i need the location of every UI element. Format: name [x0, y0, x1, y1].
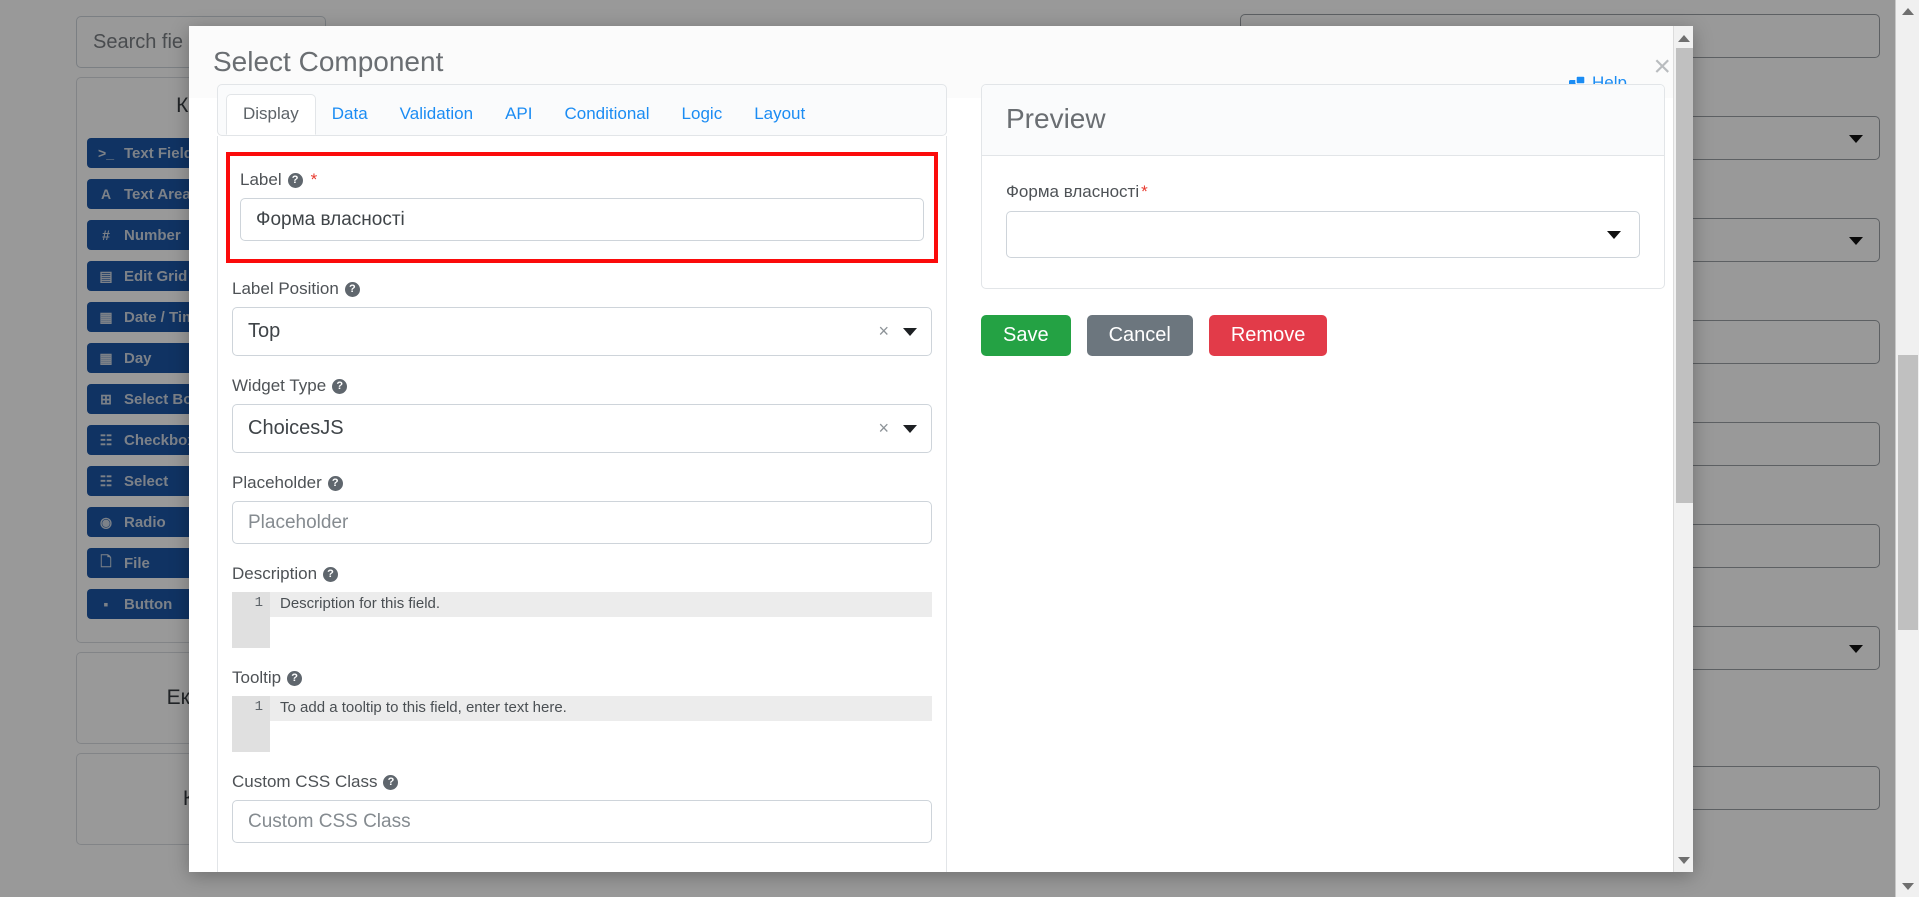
widget-type-label-text: Widget Type — [232, 376, 327, 395]
help-tooltip-icon[interactable]: ? — [287, 172, 303, 188]
modal-scrollbar[interactable] — [1673, 26, 1693, 872]
editor-placeholder-text: To add a tooltip to this field, enter te… — [270, 696, 932, 721]
editor-placeholder-text: Description for this field. — [270, 592, 932, 617]
save-button[interactable]: Save — [981, 315, 1071, 356]
chevron-down-icon[interactable] — [903, 424, 917, 433]
custom-css-class-input[interactable]: Custom CSS Class — [232, 800, 932, 843]
widget-type-value: ChoicesJS — [248, 417, 344, 439]
placeholder-label: Placeholder ? — [232, 473, 932, 493]
help-tooltip-icon[interactable]: ? — [287, 670, 303, 686]
modal-title: Select Component — [213, 46, 444, 77]
custom-css-class-label-text: Custom CSS Class — [232, 772, 378, 791]
scroll-down-icon[interactable] — [1674, 850, 1693, 870]
tab-logic[interactable]: Logic — [666, 95, 739, 134]
custom-css-class-label: Custom CSS Class ? — [232, 772, 932, 792]
settings-body: Label ? * Форма власності Label Position… — [217, 136, 947, 872]
editor-blank-area — [270, 721, 932, 752]
preview-field-label-text: Форма власності — [1006, 182, 1140, 201]
preview-column: Preview Форма власності * Save Cancel Rem… — [981, 84, 1665, 872]
preview-select[interactable] — [1006, 211, 1640, 258]
tab-conditional[interactable]: Conditional — [548, 95, 665, 134]
label-position-select[interactable]: Top × — [232, 307, 932, 356]
tab-data[interactable]: Data — [316, 95, 384, 134]
description-group: Description ? 1 Description for this fie… — [218, 564, 946, 648]
page-scroll-up-icon[interactable] — [1896, 0, 1919, 22]
select-component-modal: Select Component × Help Display Data Valid… — [189, 26, 1693, 872]
clear-icon[interactable]: × — [878, 418, 889, 439]
modal-scrollbar-thumb[interactable] — [1676, 48, 1693, 503]
label-field-label-text: Label — [240, 170, 282, 189]
preview-field-label: Форма власності * — [1006, 182, 1640, 202]
preview-card: Preview Форма власності * — [981, 84, 1665, 289]
page-scrollbar-thumb[interactable] — [1898, 355, 1918, 630]
editor-blank-area — [270, 617, 932, 648]
help-tooltip-icon[interactable]: ? — [383, 774, 399, 790]
tab-display[interactable]: Display — [226, 94, 316, 135]
chevron-down-icon[interactable] — [903, 327, 917, 336]
help-tooltip-icon[interactable]: ? — [327, 475, 343, 491]
description-label-text: Description — [232, 564, 318, 583]
editor-gutter: 1 — [232, 696, 270, 752]
select-actions: × — [878, 308, 917, 355]
placeholder-label-text: Placeholder — [232, 473, 322, 492]
scroll-up-icon[interactable] — [1674, 28, 1693, 48]
cancel-button[interactable]: Cancel — [1086, 315, 1193, 356]
page-scroll-down-icon[interactable] — [1896, 875, 1919, 897]
tab-validation[interactable]: Validation — [384, 95, 489, 134]
tooltip-label-text: Tooltip — [232, 668, 282, 687]
editor-code-area[interactable]: To add a tooltip to this field, enter te… — [270, 696, 932, 752]
select-actions: × — [878, 405, 917, 452]
tab-shell: Display Data Validation API Conditional Logic… — [217, 84, 947, 136]
help-tooltip-icon[interactable]: ? — [332, 378, 348, 394]
tab-api[interactable]: API — [489, 95, 548, 134]
preview-body: Форма власності * — [982, 156, 1664, 288]
help-tooltip-icon[interactable]: ? — [323, 566, 339, 582]
label-position-label-text: Label Position — [232, 279, 339, 298]
editor-line-number: 1 — [254, 699, 263, 715]
label-position-label: Label Position ? — [232, 279, 932, 299]
close-icon[interactable]: × — [1653, 52, 1671, 82]
widget-type-select[interactable]: ChoicesJS × — [232, 404, 932, 453]
tooltip-label: Tooltip ? — [232, 668, 932, 688]
custom-css-class-group: Custom CSS Class ? Custom CSS Class — [218, 772, 946, 843]
description-label: Description ? — [232, 564, 932, 584]
page-scrollbar[interactable] — [1895, 0, 1919, 897]
label-field-label: Label ? * — [240, 170, 924, 190]
tooltip-group: Tooltip ? 1 To add a tooltip to this fie… — [218, 668, 946, 752]
label-position-value: Top — [248, 320, 281, 342]
preview-select-value — [1007, 224, 1021, 244]
remove-button[interactable]: Remove — [1208, 315, 1328, 356]
label-input[interactable]: Форма власності — [240, 198, 924, 241]
modal-body: Display Data Validation API Conditional Logic… — [189, 84, 1693, 872]
editor-code-area[interactable]: Description for this field. — [270, 592, 932, 648]
required-marker: * — [310, 170, 318, 189]
placeholder-group: Placeholder ? Placeholder — [218, 473, 946, 544]
editor-gutter: 1 — [232, 592, 270, 648]
label-position-group: Label Position ? Top × — [218, 279, 946, 356]
tab-bar: Display Data Validation API Conditional Logic… — [226, 94, 938, 135]
preview-required-marker: * — [1141, 182, 1148, 201]
preview-title: Preview — [982, 85, 1664, 156]
widget-type-group: Widget Type ? ChoicesJS × — [218, 376, 946, 453]
help-tooltip-icon[interactable]: ? — [344, 281, 360, 297]
widget-type-label: Widget Type ? — [232, 376, 932, 396]
page-root: Search fie Комп >_Text FieldAText Area#N… — [0, 0, 1919, 897]
tooltip-editor[interactable]: 1 To add a tooltip to this field, enter … — [232, 696, 932, 752]
tab-layout[interactable]: Layout — [738, 95, 821, 134]
modal-action-buttons: Save Cancel Remove — [981, 315, 1665, 356]
placeholder-input[interactable]: Placeholder — [232, 501, 932, 544]
editor-line-number: 1 — [254, 595, 263, 611]
clear-icon[interactable]: × — [878, 321, 889, 342]
description-editor[interactable]: 1 Description for this field. — [232, 592, 932, 648]
label-field-group: Label ? * Форма власності — [226, 152, 938, 263]
settings-column: Display Data Validation API Conditional Logic… — [217, 84, 947, 872]
